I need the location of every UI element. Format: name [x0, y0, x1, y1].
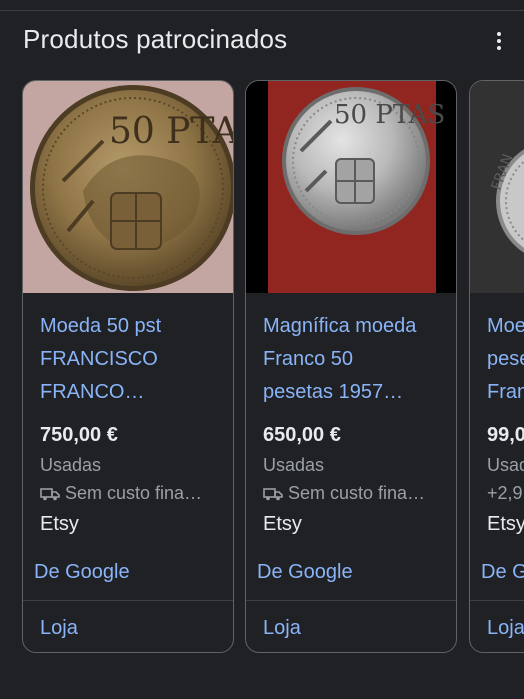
product-card[interactable]: 50 PTAS Moeda 50 pst FRANCISCO FRANCO… 7…	[22, 80, 234, 653]
product-card[interactable]: 50 PTAS Magnífica moeda Franco 50 peseta…	[245, 80, 457, 653]
product-price: 99,0	[487, 424, 524, 446]
coin-text: 50 PTAS	[109, 111, 233, 152]
shop-link[interactable]: Loja	[40, 617, 78, 640]
product-image[interactable]: 50 PTAS	[246, 81, 456, 293]
product-card[interactable]: FRAN Moe pese Fran 99,0 Usad +2,9 Etsy D…	[469, 80, 524, 653]
product-condition: Usadas	[40, 455, 102, 475]
product-name-link[interactable]: Moeda 50 pst FRANCISCO FRANCO…	[40, 310, 226, 409]
product-image[interactable]: 50 PTAS	[23, 81, 233, 293]
source-link[interactable]: De Google	[257, 561, 353, 584]
more-vert-icon[interactable]	[490, 28, 508, 54]
truck-icon	[40, 487, 60, 500]
seller-name: Etsy	[40, 513, 79, 535]
seller-name: Etsy	[487, 513, 524, 535]
shop-link[interactable]: Loja	[487, 617, 524, 640]
source-link[interactable]: De G	[481, 561, 524, 584]
truck-icon	[263, 487, 283, 500]
product-name-link[interactable]: Moe pese Fran	[487, 310, 524, 409]
coin-text: 50 PTAS	[334, 100, 445, 130]
section-title: Produtos patrocinados	[23, 24, 288, 54]
seller-name: Etsy	[263, 513, 302, 535]
product-name-link[interactable]: Magnífica moeda Franco 50 pesetas 1957…	[263, 310, 449, 409]
product-price: 650,00 €	[263, 424, 341, 446]
source-link[interactable]: De Google	[34, 561, 130, 584]
product-price: 750,00 €	[40, 424, 118, 446]
shipping-info: Sem custo fina…	[40, 483, 226, 504]
shipping-info: Sem custo fina…	[263, 483, 449, 504]
sponsored-header: Produtos patrocinados	[0, 10, 524, 72]
divider	[23, 600, 233, 601]
product-image[interactable]: FRAN	[470, 81, 524, 293]
shop-link[interactable]: Loja	[263, 617, 301, 640]
divider	[246, 600, 456, 601]
shipping-info: +2,9	[487, 483, 523, 503]
divider	[470, 600, 524, 601]
product-condition: Usad	[487, 455, 524, 475]
product-condition: Usadas	[263, 455, 325, 475]
